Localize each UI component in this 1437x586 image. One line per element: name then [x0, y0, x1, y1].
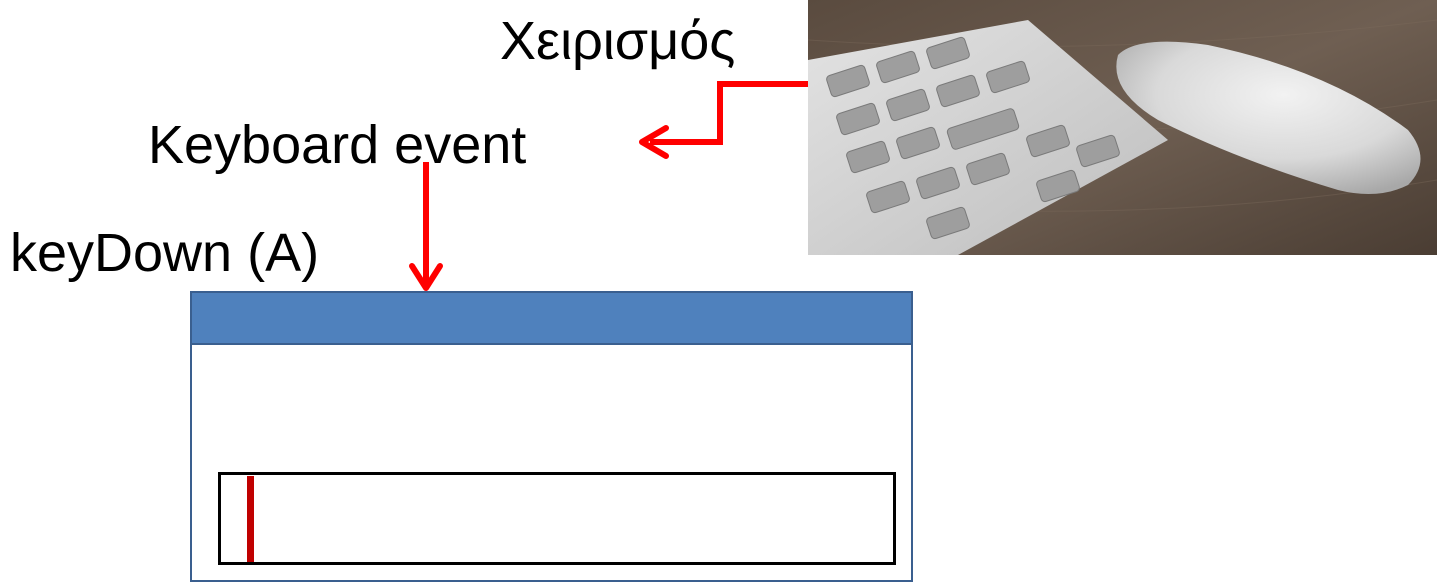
arrowhead-window: [409, 263, 443, 291]
keyboard-mouse-photo: [808, 0, 1437, 255]
text-caret: [247, 476, 254, 562]
window-titlebar[interactable]: [192, 293, 911, 345]
text-input-field[interactable]: [218, 472, 896, 565]
arrowhead-keyboard-event: [639, 125, 669, 159]
diagram-canvas: Χειρισμός Keyboard event keyDown (A): [0, 0, 1437, 586]
keyboard-event-label: Keyboard event: [148, 115, 527, 175]
arrow-photo-to-keyboard-event: [650, 81, 808, 145]
handling-label: Χειρισμός: [500, 11, 736, 71]
app-window: [190, 291, 913, 582]
keydown-label: keyDown (A): [10, 223, 320, 283]
